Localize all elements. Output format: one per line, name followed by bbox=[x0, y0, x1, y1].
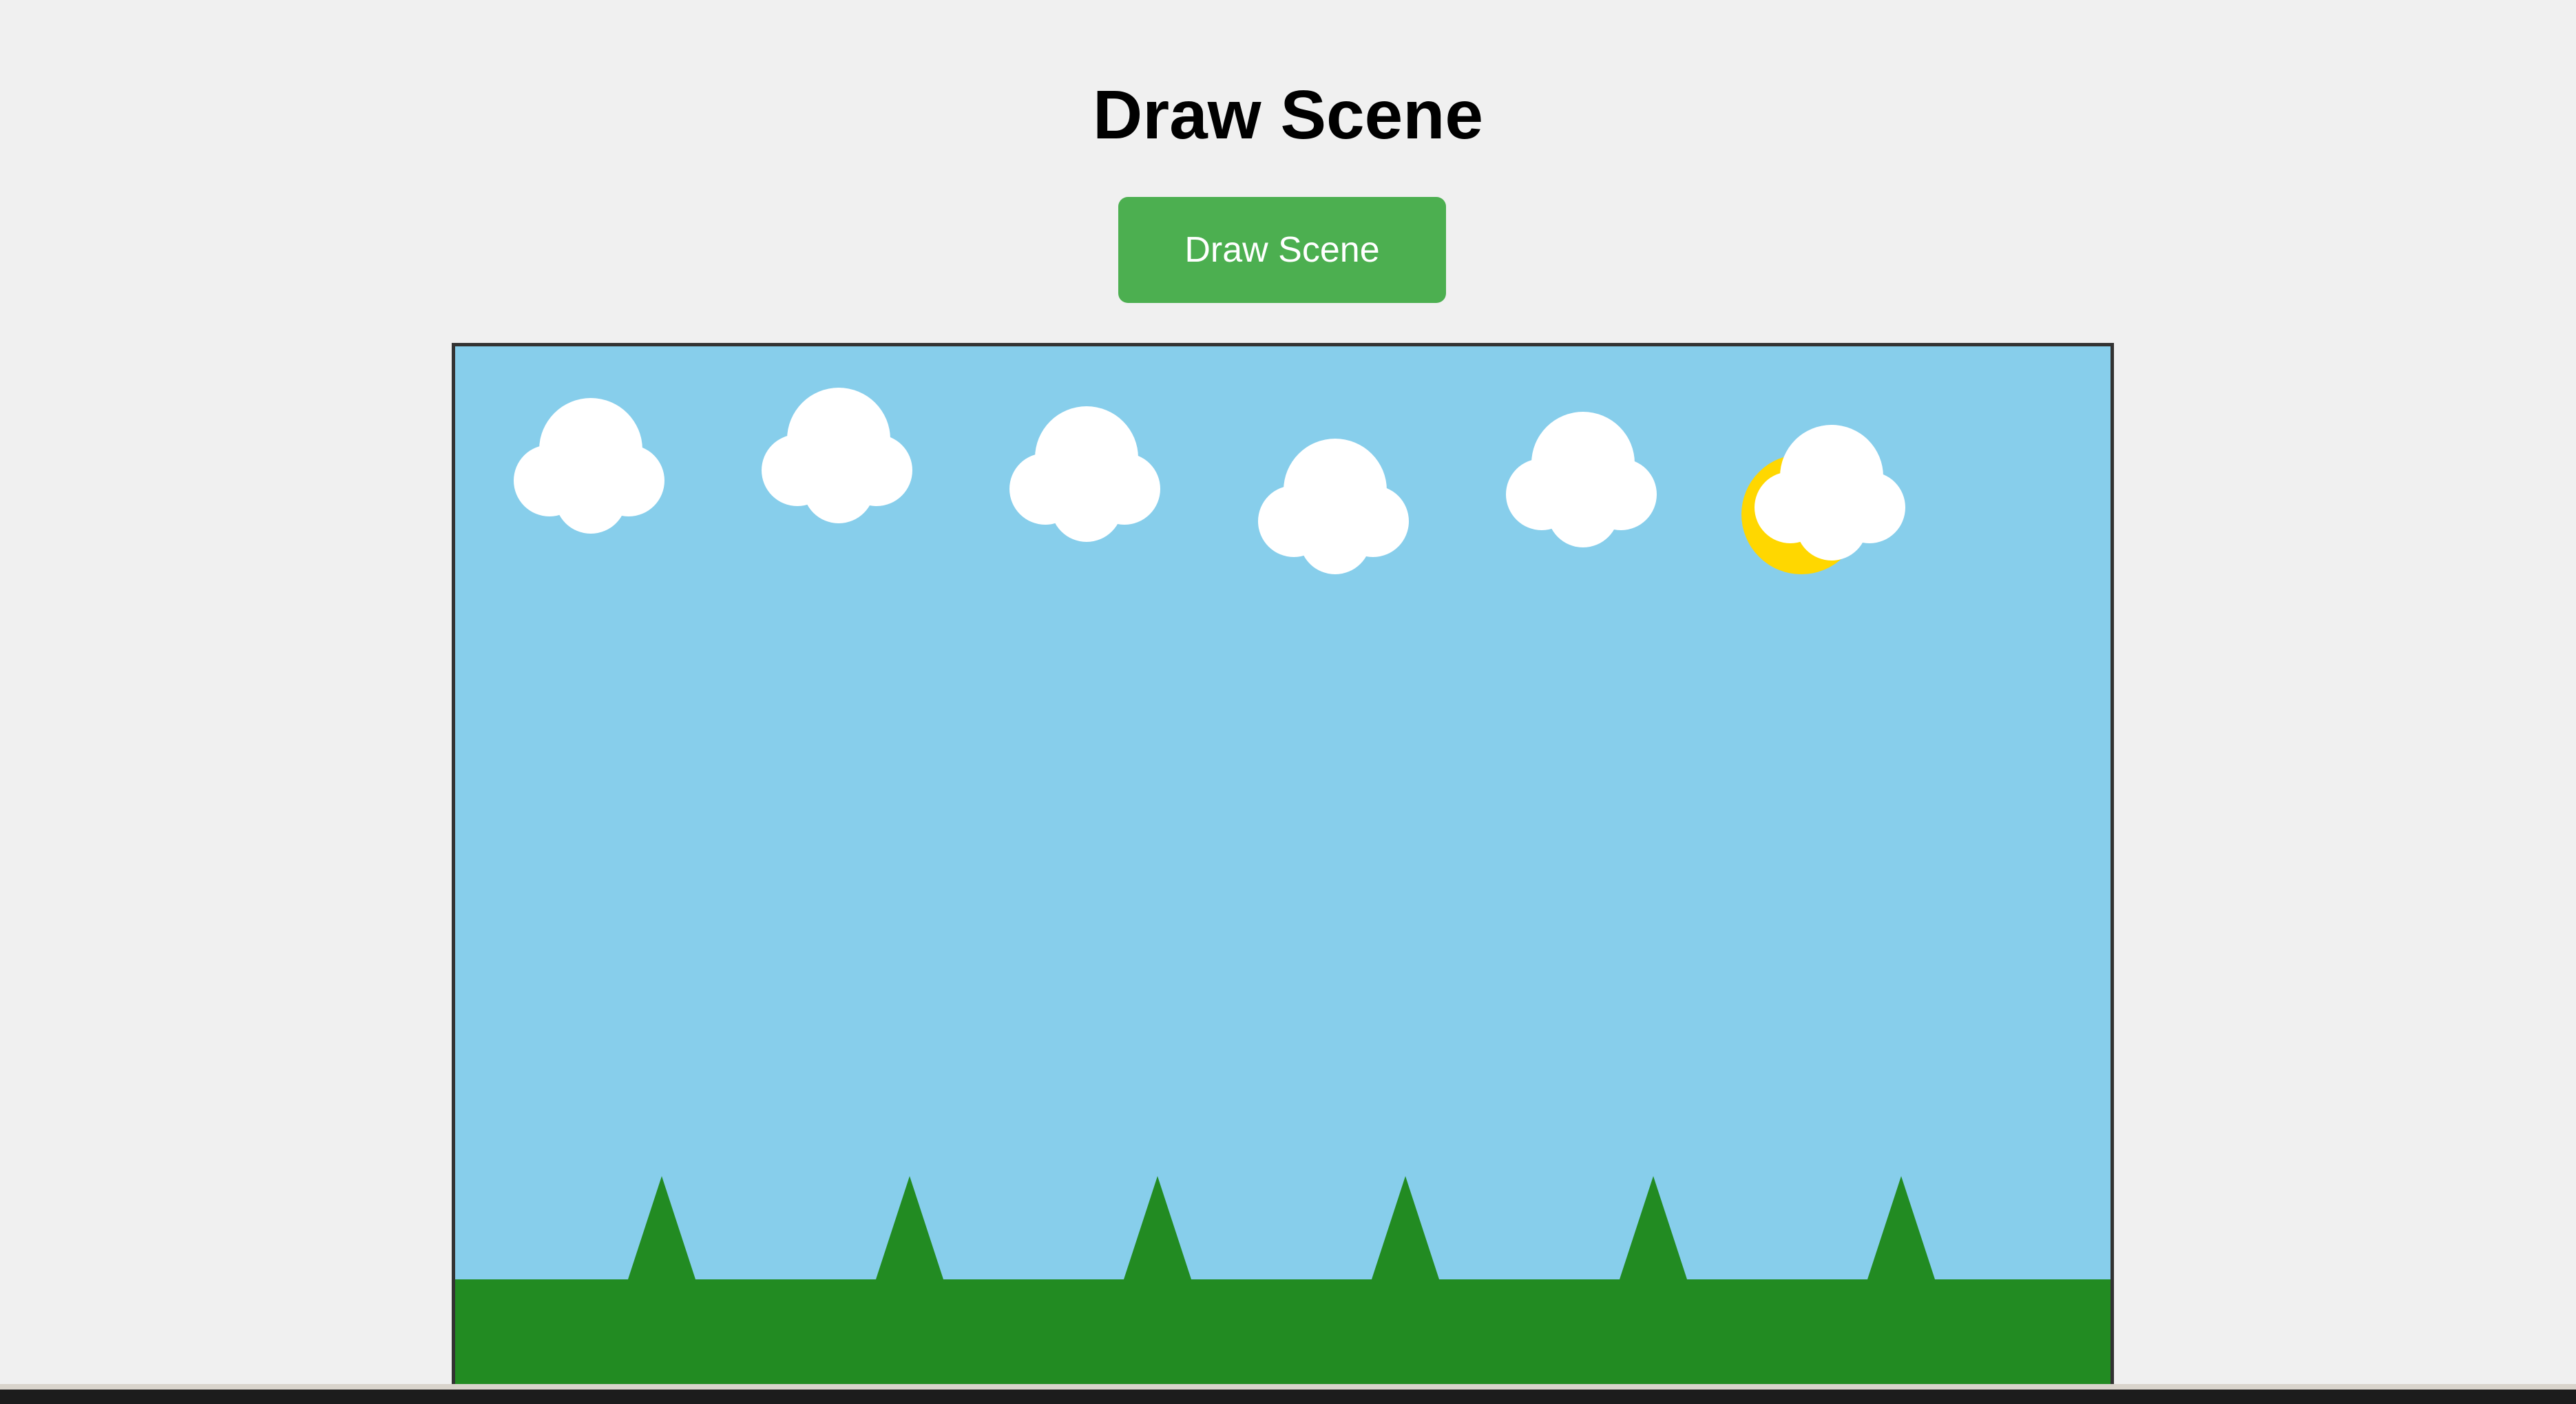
taskbar-edge bbox=[0, 1384, 2576, 1390]
ground bbox=[455, 1279, 2111, 1390]
cloud-puff bbox=[1311, 480, 1387, 556]
draw-scene-button[interactable]: Draw Scene bbox=[1118, 197, 1446, 303]
cloud-puff bbox=[1808, 466, 1883, 542]
scene-drawing bbox=[455, 346, 2111, 1390]
cloud-puff bbox=[567, 439, 642, 515]
cloud-puff bbox=[1559, 453, 1635, 529]
cloud-puff bbox=[815, 429, 890, 505]
cloud-puff bbox=[1062, 448, 1138, 523]
scene-canvas[interactable] bbox=[452, 343, 2114, 1390]
page-title: Draw Scene bbox=[1093, 76, 1483, 154]
